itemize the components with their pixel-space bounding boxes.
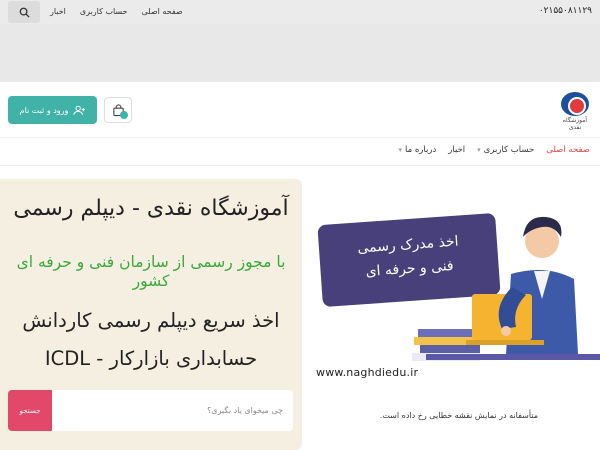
site-url: www.naghdiedu.ir bbox=[316, 366, 419, 379]
top-banner-area bbox=[0, 24, 600, 82]
laptop-base bbox=[466, 340, 544, 345]
teacher-illustration bbox=[412, 216, 600, 361]
top-bar: ۰۲۱۵۵۰۸۱۱۲۹ صفحه اصلی حساب کاربری اخبار bbox=[0, 0, 600, 24]
chevron-down-icon: ▾ bbox=[398, 146, 402, 154]
hero-search-button[interactable]: جستجو bbox=[8, 390, 52, 431]
top-link-account[interactable]: حساب کاربری bbox=[80, 7, 128, 16]
logo-emblem bbox=[561, 92, 589, 116]
nav-item-about[interactable]: درباره ما▾ bbox=[398, 145, 436, 155]
nav-item-account-label: حساب کاربری bbox=[483, 145, 535, 155]
main-nav: صفحه اصلی حساب کاربری▾ اخبار درباره ما▾ bbox=[0, 138, 600, 166]
chevron-down-icon: ▾ bbox=[477, 146, 481, 154]
hero-search: جستجو bbox=[8, 390, 293, 431]
hero-search-input[interactable] bbox=[52, 390, 293, 431]
top-links: صفحه اصلی حساب کاربری اخبار bbox=[50, 7, 183, 16]
hero-line-diploma: اخذ سریع دیپلم رسمی کاردانش bbox=[22, 309, 280, 332]
site-logo[interactable]: آموزشگاه نقدی bbox=[558, 92, 592, 131]
page: ۰۲۱۵۵۰۸۱۱۲۹ صفحه اصلی حساب کاربری اخبار … bbox=[0, 0, 600, 450]
nav-item-news[interactable]: اخبار bbox=[448, 145, 465, 155]
site-header: آموزشگاه نقدی ورود و ثبت نام bbox=[0, 82, 600, 138]
top-link-news[interactable]: اخبار bbox=[50, 7, 66, 16]
phone-number[interactable]: ۰۲۱۵۵۰۸۱۱۲۹ bbox=[539, 6, 592, 16]
search-icon bbox=[19, 7, 30, 18]
map-error-message: متأسفانه در نمایش نقشه خطایی رخ داده است… bbox=[379, 411, 538, 420]
cart-button[interactable] bbox=[104, 97, 132, 123]
logo-text: آموزشگاه نقدی bbox=[562, 117, 588, 131]
nav-item-account[interactable]: حساب کاربری▾ bbox=[477, 145, 534, 155]
hero-line-courses: ICDL - حسابداری بازارکار bbox=[44, 347, 258, 370]
hero-text-panel: آموزشگاه نقدی - دیپلم رسمی با مجوز رسمی … bbox=[0, 179, 302, 450]
desk bbox=[426, 354, 600, 360]
cart-count-badge bbox=[120, 111, 128, 119]
hero-subtitle: با مجوز رسمی از سازمان فنی و حرفه ای کشو… bbox=[16, 253, 286, 290]
hero-illustration: اخذ مدرک رسمی فنی و حرفه ای www.naghdied… bbox=[306, 179, 600, 389]
login-register-label: ورود و ثبت نام bbox=[19, 105, 69, 115]
person-hand bbox=[501, 326, 511, 336]
top-link-home[interactable]: صفحه اصلی bbox=[142, 7, 183, 16]
hero-title: آموزشگاه نقدی - دیپلم رسمی bbox=[13, 196, 289, 221]
top-search-button[interactable] bbox=[8, 1, 40, 23]
user-add-icon bbox=[73, 105, 86, 115]
nav-item-about-label: درباره ما bbox=[405, 145, 437, 155]
nav-item-home[interactable]: صفحه اصلی bbox=[546, 145, 590, 155]
login-register-button[interactable]: ورود و ثبت نام bbox=[8, 96, 97, 124]
